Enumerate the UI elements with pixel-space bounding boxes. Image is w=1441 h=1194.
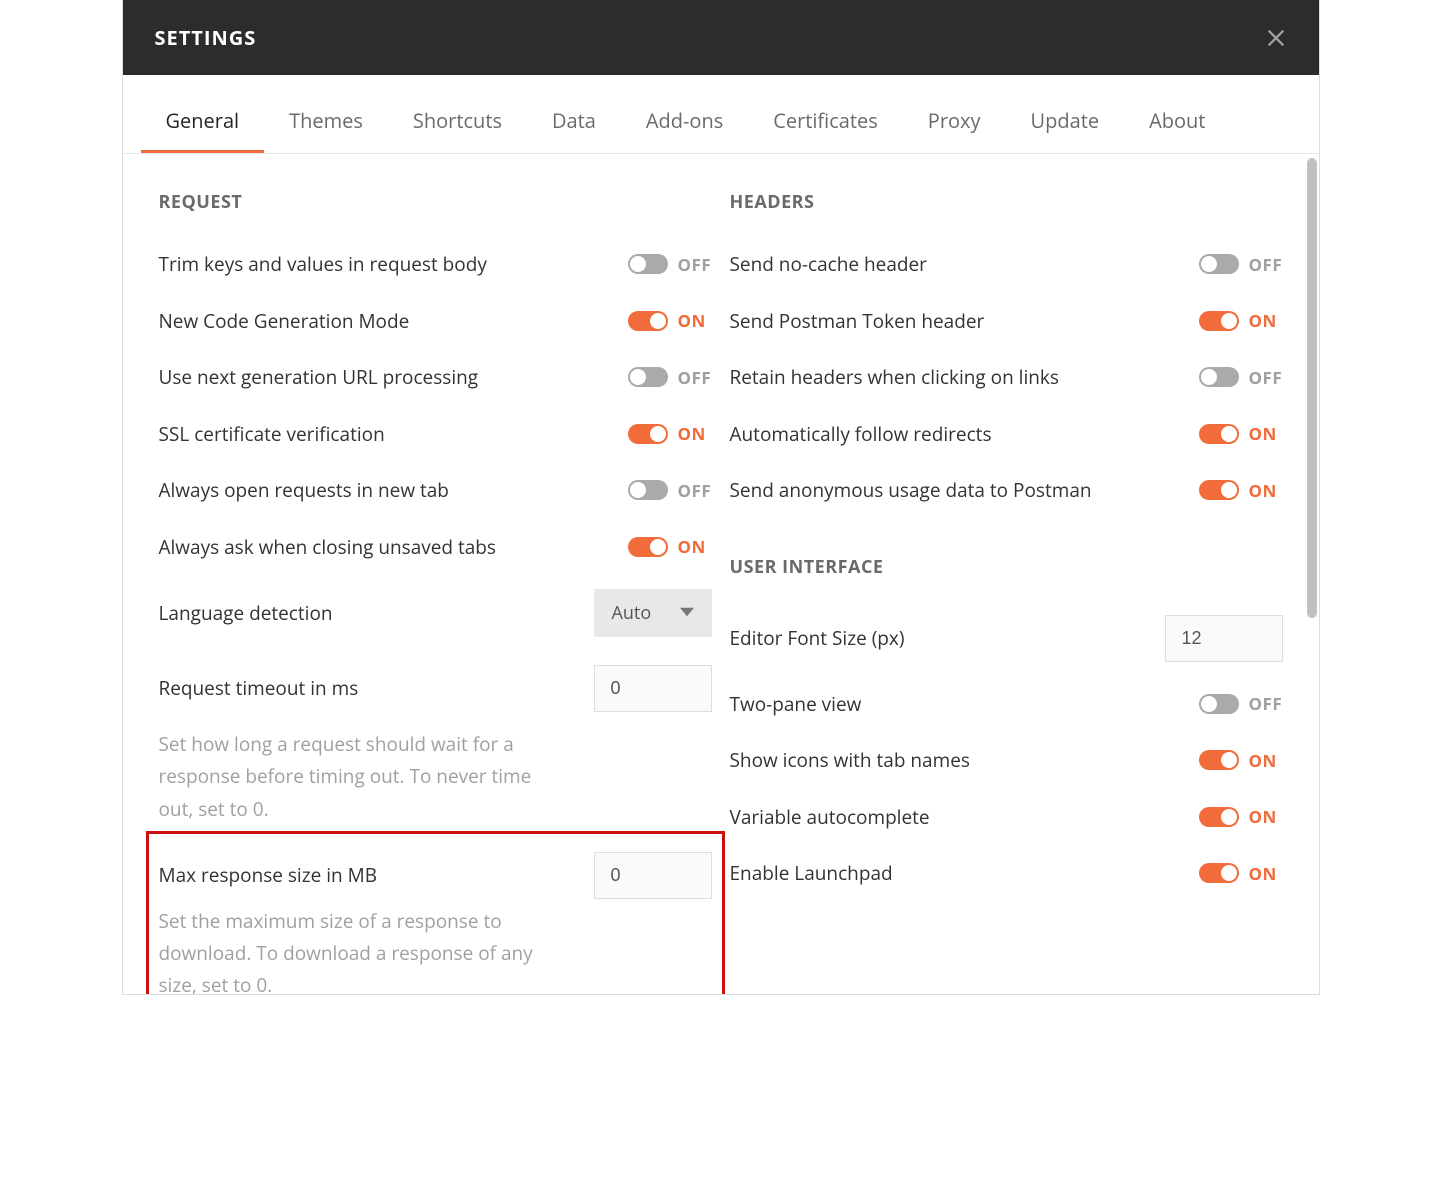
- row-anon: Send anonymous usage data to Postman ON: [730, 462, 1283, 519]
- label-trim-keys: Trim keys and values in request body: [159, 250, 608, 279]
- label-varauto: Variable autocomplete: [730, 803, 1179, 832]
- tab-data[interactable]: Data: [527, 97, 621, 153]
- label-redirect: Automatically follow redirects: [730, 420, 1179, 449]
- toggle-codegen[interactable]: ON: [624, 309, 712, 332]
- scrollbar-thumb[interactable]: [1307, 158, 1317, 618]
- label-nocache: Send no-cache header: [730, 250, 1179, 279]
- label-max-response: Max response size in MB: [159, 861, 578, 890]
- tab-update[interactable]: Update: [1006, 97, 1125, 153]
- chevron-down-icon: [666, 601, 694, 625]
- label-codegen: New Code Generation Mode: [159, 307, 608, 336]
- label-nexturl: Use next generation URL processing: [159, 363, 608, 392]
- row-twopane: Two-pane view OFF: [730, 676, 1283, 733]
- row-varauto: Variable autocomplete ON: [730, 789, 1283, 846]
- toggle-ssl[interactable]: ON: [624, 422, 712, 445]
- right-column: HEADERS Send no-cache header OFF Send Po…: [730, 184, 1283, 994]
- tab-shortcuts[interactable]: Shortcuts: [388, 97, 527, 153]
- toggle-tabicons[interactable]: ON: [1195, 749, 1283, 772]
- row-timeout: Request timeout in ms: [159, 651, 712, 726]
- row-font: Editor Font Size (px): [730, 601, 1283, 676]
- label-tabicons: Show icons with tab names: [730, 746, 1179, 775]
- toggle-retain[interactable]: OFF: [1195, 366, 1283, 389]
- label-token: Send Postman Token header: [730, 307, 1179, 336]
- dialog-title: SETTINGS: [155, 24, 257, 51]
- section-title-ui: USER INTERFACE: [730, 555, 1283, 579]
- toggle-launchpad[interactable]: ON: [1195, 862, 1283, 885]
- select-language-detection[interactable]: Auto: [594, 589, 712, 637]
- help-max-response: Set the maximum size of a response to do…: [159, 905, 539, 994]
- settings-content: REQUEST Trim keys and values in request …: [123, 154, 1319, 994]
- label-anon: Send anonymous usage data to Postman: [730, 476, 1179, 505]
- left-column: REQUEST Trim keys and values in request …: [159, 184, 712, 994]
- section-title-headers: HEADERS: [730, 190, 1283, 214]
- tab-general[interactable]: General: [141, 97, 265, 153]
- toggle-trim-keys[interactable]: OFF: [624, 253, 712, 276]
- row-retain: Retain headers when clicking on links OF…: [730, 349, 1283, 406]
- label-retain: Retain headers when clicking on links: [730, 363, 1179, 392]
- row-newtab: Always open requests in new tab OFF: [159, 462, 712, 519]
- row-max-response: Max response size in MB: [159, 844, 712, 903]
- row-nexturl: Use next generation URL processing OFF: [159, 349, 712, 406]
- row-launchpad: Enable Launchpad ON: [730, 845, 1283, 902]
- input-timeout[interactable]: [594, 665, 712, 712]
- row-language-detection: Language detection Auto: [159, 575, 712, 651]
- label-launchpad: Enable Launchpad: [730, 859, 1179, 888]
- row-ssl: SSL certificate verification ON: [159, 406, 712, 463]
- section-title-request: REQUEST: [159, 190, 712, 214]
- toggle-varauto[interactable]: ON: [1195, 805, 1283, 828]
- label-timeout: Request timeout in ms: [159, 674, 578, 703]
- row-token: Send Postman Token header ON: [730, 293, 1283, 350]
- toggle-askclose[interactable]: ON: [624, 535, 712, 558]
- dialog-header: SETTINGS: [123, 0, 1319, 75]
- tab-certificates[interactable]: Certificates: [748, 97, 903, 153]
- toggle-redirect[interactable]: ON: [1195, 422, 1283, 445]
- row-trim-keys: Trim keys and values in request body OFF: [159, 236, 712, 293]
- row-nocache: Send no-cache header OFF: [730, 236, 1283, 293]
- row-codegen: New Code Generation Mode ON: [159, 293, 712, 350]
- label-newtab: Always open requests in new tab: [159, 476, 608, 505]
- row-askclose: Always ask when closing unsaved tabs ON: [159, 519, 712, 576]
- highlight-max-response: Max response size in MB Set the maximum …: [146, 831, 725, 994]
- close-icon[interactable]: [1265, 27, 1287, 49]
- label-language-detection: Language detection: [159, 599, 578, 628]
- label-ssl: SSL certificate verification: [159, 420, 608, 449]
- toggle-anon[interactable]: ON: [1195, 479, 1283, 502]
- toggle-nexturl[interactable]: OFF: [624, 366, 712, 389]
- toggle-nocache[interactable]: OFF: [1195, 253, 1283, 276]
- toggle-newtab[interactable]: OFF: [624, 479, 712, 502]
- input-max-response[interactable]: [594, 852, 712, 899]
- label-font: Editor Font Size (px): [730, 624, 1149, 653]
- scrollbar[interactable]: [1307, 158, 1317, 990]
- tab-themes[interactable]: Themes: [264, 97, 388, 153]
- help-timeout: Set how long a request should wait for a…: [159, 728, 539, 825]
- toggle-token[interactable]: ON: [1195, 309, 1283, 332]
- label-askclose: Always ask when closing unsaved tabs: [159, 533, 608, 562]
- tab-about[interactable]: About: [1124, 97, 1230, 153]
- settings-dialog: SETTINGS General Themes Shortcuts Data A…: [122, 0, 1320, 995]
- tab-addons[interactable]: Add-ons: [621, 97, 748, 153]
- toggle-twopane[interactable]: OFF: [1195, 692, 1283, 715]
- tabs-bar: General Themes Shortcuts Data Add-ons Ce…: [123, 75, 1319, 154]
- row-tabicons: Show icons with tab names ON: [730, 732, 1283, 789]
- input-font-size[interactable]: [1165, 615, 1283, 662]
- tab-proxy[interactable]: Proxy: [903, 97, 1006, 153]
- row-redirect: Automatically follow redirects ON: [730, 406, 1283, 463]
- label-twopane: Two-pane view: [730, 690, 1179, 719]
